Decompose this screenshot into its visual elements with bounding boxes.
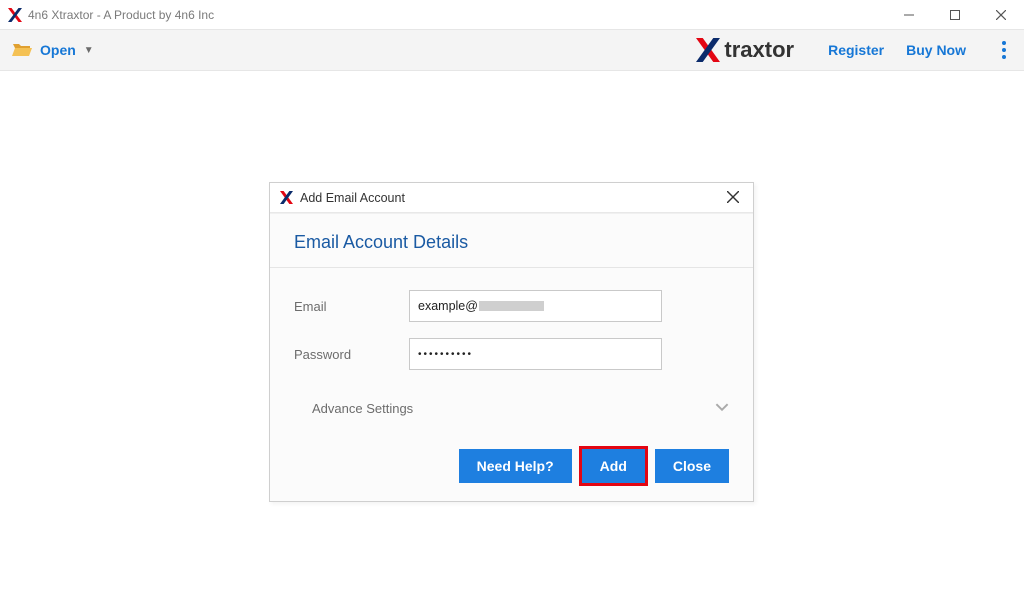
email-label: Email: [294, 299, 409, 314]
password-value-text: ••••••••••: [418, 349, 473, 360]
toolbar: Open ▼ traxtor Register Buy Now: [0, 29, 1024, 71]
folder-open-icon: [12, 41, 32, 60]
more-menu-button[interactable]: [994, 41, 1014, 59]
close-button[interactable]: Close: [655, 449, 729, 483]
maximize-button[interactable]: [932, 0, 978, 29]
need-help-button[interactable]: Need Help?: [459, 449, 572, 483]
product-logo-text: traxtor: [724, 37, 794, 63]
advance-settings-toggle[interactable]: Advance Settings: [294, 386, 729, 431]
register-link[interactable]: Register: [828, 42, 884, 58]
window-title: 4n6 Xtraxtor - A Product by 4n6 Inc: [28, 8, 214, 22]
dialog-heading: Email Account Details: [294, 232, 729, 253]
advance-settings-label: Advance Settings: [312, 401, 413, 416]
caret-down-icon: ▼: [84, 45, 94, 56]
add-email-account-dialog: Add Email Account Email Account Details …: [269, 182, 754, 502]
minimize-button[interactable]: [886, 0, 932, 29]
open-menu-button[interactable]: Open ▼: [12, 41, 94, 60]
app-logo-icon: [8, 8, 22, 22]
product-logo: traxtor: [694, 37, 794, 63]
window-controls: [886, 0, 1024, 29]
close-window-button[interactable]: [978, 0, 1024, 29]
email-row: Email example@: [294, 290, 729, 322]
password-input[interactable]: ••••••••••: [409, 338, 662, 370]
redacted-text: [479, 301, 544, 311]
title-bar: 4n6 Xtraxtor - A Product by 4n6 Inc: [0, 0, 1024, 29]
buy-now-link[interactable]: Buy Now: [906, 42, 966, 58]
chevron-down-icon: [715, 400, 729, 417]
dialog-logo-icon: [280, 191, 293, 204]
password-label: Password: [294, 347, 409, 362]
dialog-separator: [270, 267, 753, 268]
dialog-titlebar: Add Email Account: [270, 183, 753, 213]
open-label: Open: [40, 42, 76, 58]
password-row: Password ••••••••••: [294, 338, 729, 370]
email-input[interactable]: example@: [409, 290, 662, 322]
dialog-title-text: Add Email Account: [300, 191, 405, 205]
toolbar-right: traxtor Register Buy Now: [694, 37, 1014, 63]
dialog-button-row: Need Help? Add Close: [294, 449, 729, 483]
dialog-close-button[interactable]: [723, 186, 743, 210]
add-button[interactable]: Add: [582, 449, 645, 483]
dialog-body: Email Account Details Email example@ Pas…: [270, 213, 753, 501]
email-value-text: example@: [418, 299, 478, 313]
